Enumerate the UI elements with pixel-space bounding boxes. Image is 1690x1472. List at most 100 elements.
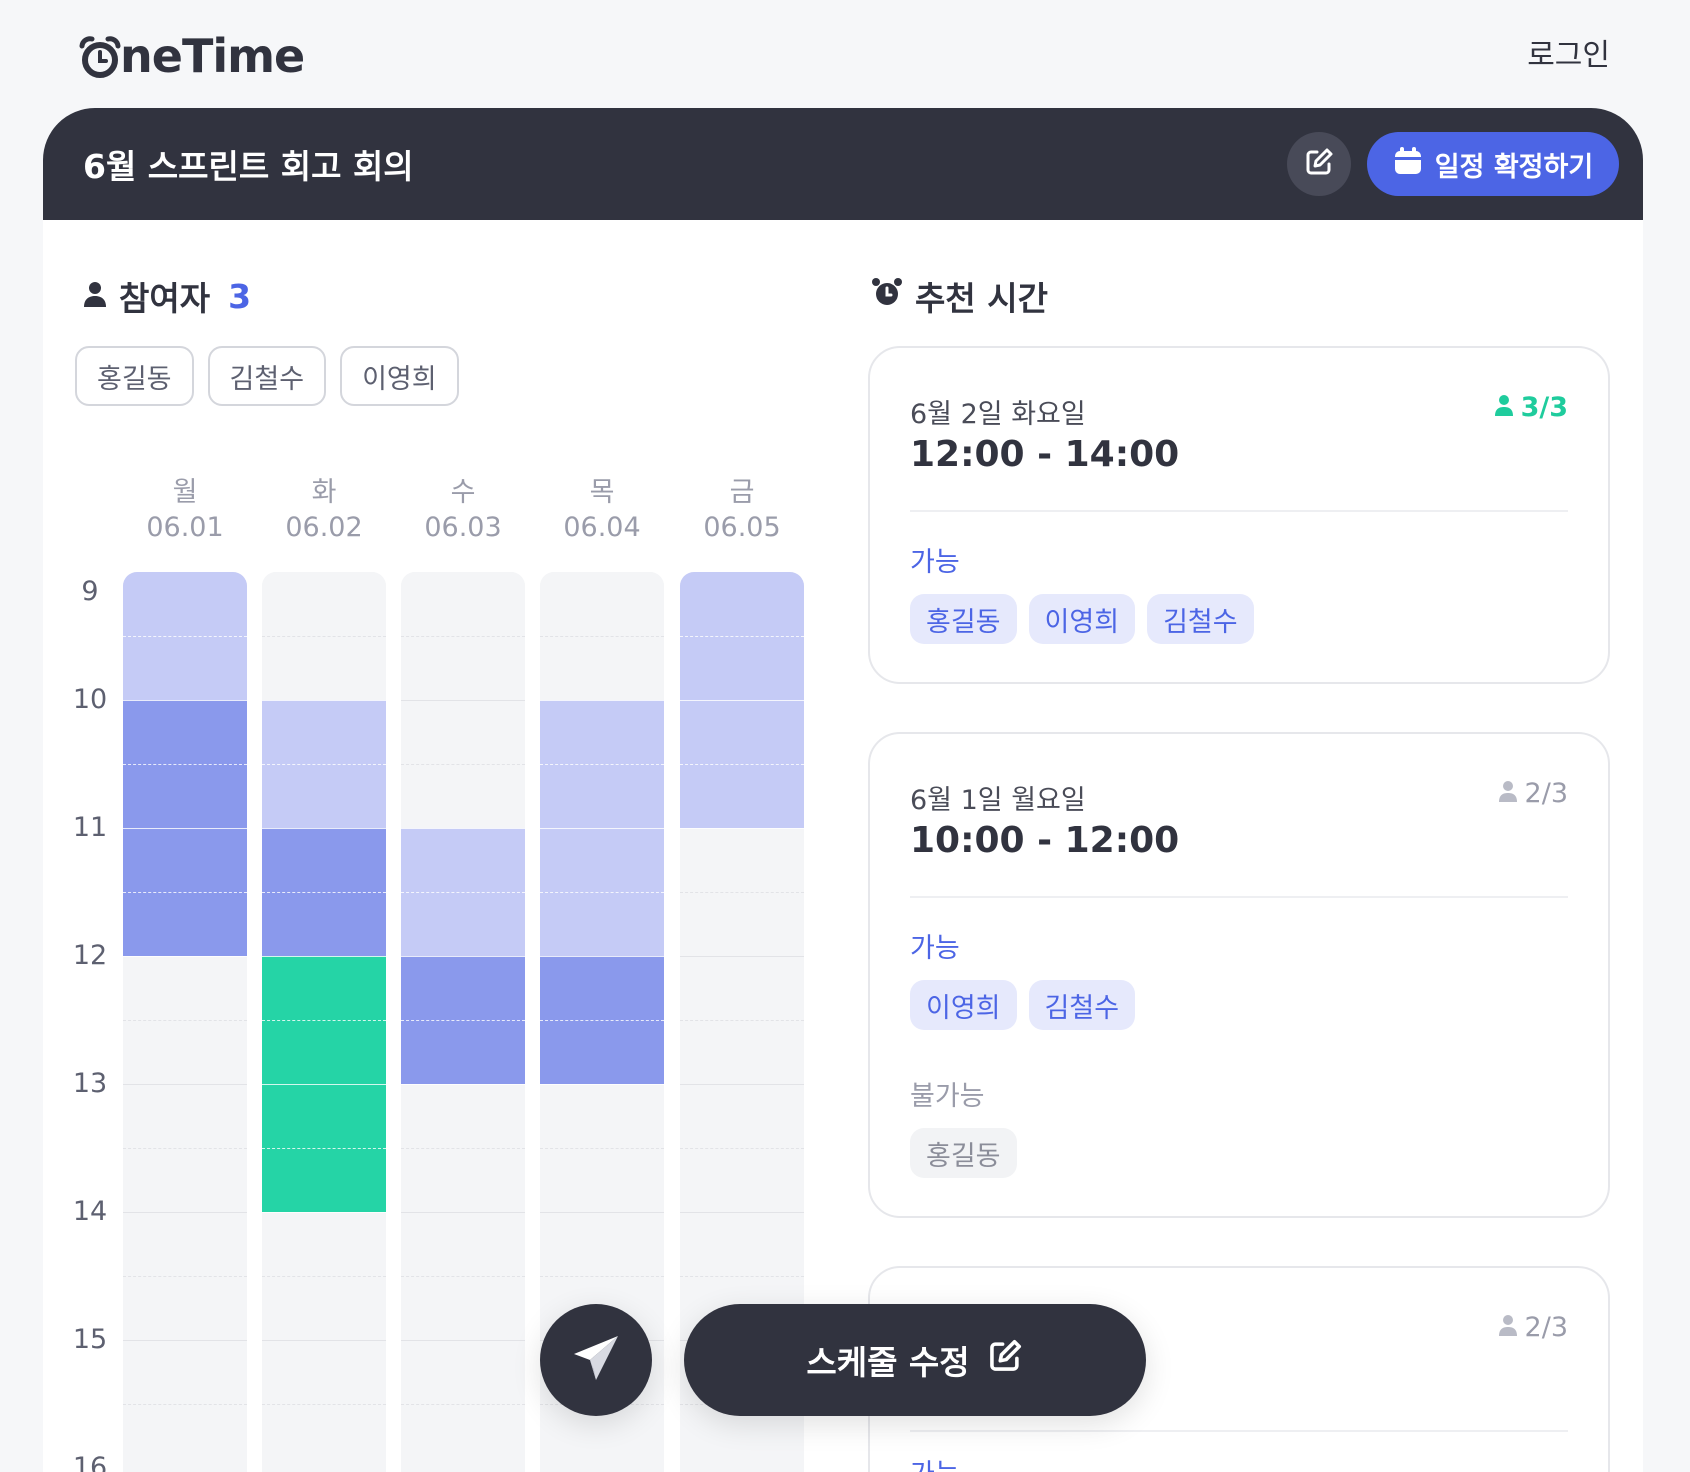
time-slot[interactable]: [401, 1404, 525, 1468]
available-label: 가능: [910, 547, 960, 578]
time-slot[interactable]: [540, 764, 664, 828]
time-slot[interactable]: [401, 1020, 525, 1084]
time-slot[interactable]: [262, 1276, 386, 1340]
time-slot[interactable]: [680, 828, 804, 892]
half-hour-gridline: [540, 1020, 664, 1021]
time-slot[interactable]: [680, 1148, 804, 1212]
participant-chip[interactable]: 김철수: [207, 346, 327, 406]
time-slot[interactable]: [123, 1276, 247, 1340]
half-hour-gridline: [123, 1276, 247, 1277]
time-slot[interactable]: [123, 700, 247, 764]
time-slot[interactable]: [123, 1404, 247, 1468]
time-slot[interactable]: [123, 892, 247, 956]
time-slot[interactable]: [680, 636, 804, 700]
time-slot[interactable]: [123, 1148, 247, 1212]
time-slot[interactable]: [401, 764, 525, 828]
time-slot[interactable]: [123, 636, 247, 700]
time-slot[interactable]: [680, 700, 804, 764]
time-slot[interactable]: [401, 572, 525, 636]
half-hour-gridline: [262, 636, 386, 637]
time-slot[interactable]: [262, 1148, 386, 1212]
time-slot[interactable]: [540, 700, 664, 764]
day-name: 목: [589, 477, 615, 508]
day-header: 수 06.03: [401, 470, 525, 543]
time-slot[interactable]: [123, 956, 247, 1020]
participant-chip[interactable]: 이영희: [340, 346, 459, 406]
time-slot[interactable]: [680, 764, 804, 828]
time-slot[interactable]: [262, 1084, 386, 1148]
time-slot[interactable]: [401, 892, 525, 956]
card-count-value: 2/3: [1524, 778, 1568, 809]
time-slot[interactable]: [540, 892, 664, 956]
day-column[interactable]: [401, 572, 525, 1472]
half-hour-gridline: [401, 1148, 525, 1149]
edit-schedule-button[interactable]: 스케줄 수정: [684, 1304, 1146, 1416]
time-slot[interactable]: [401, 1276, 525, 1340]
time-slot[interactable]: [680, 1084, 804, 1148]
time-slot[interactable]: [540, 828, 664, 892]
day-column[interactable]: [123, 572, 247, 1472]
share-button[interactable]: [540, 1304, 652, 1416]
time-slot[interactable]: [401, 636, 525, 700]
time-slot[interactable]: [680, 1212, 804, 1276]
time-slot[interactable]: [262, 764, 386, 828]
recommend-card[interactable]: 6월 2일 화요일 12:00 - 14:00 3/3 가능 홍길동 이영희 김…: [868, 346, 1610, 684]
time-slot[interactable]: [401, 1340, 525, 1404]
time-slot[interactable]: [680, 956, 804, 1020]
time-slot[interactable]: [401, 1084, 525, 1148]
day-date: 06.04: [563, 512, 641, 543]
time-slot[interactable]: [540, 1212, 664, 1276]
hour-label: 12: [72, 940, 108, 971]
time-slot[interactable]: [262, 828, 386, 892]
time-slot[interactable]: [123, 1340, 247, 1404]
day-column[interactable]: [262, 572, 386, 1472]
time-slot[interactable]: [401, 828, 525, 892]
confirm-schedule-button[interactable]: 일정 확정하기: [1367, 132, 1619, 196]
time-slot[interactable]: [262, 700, 386, 764]
time-slot[interactable]: [540, 636, 664, 700]
participant-chip[interactable]: 홍길동: [75, 346, 194, 406]
time-slot[interactable]: [262, 1212, 386, 1276]
paper-plane-icon: [570, 1332, 622, 1388]
time-slot[interactable]: [401, 1148, 525, 1212]
available-label: 가능: [910, 1452, 960, 1472]
day-date: 06.05: [703, 512, 781, 543]
time-slot[interactable]: [123, 1212, 247, 1276]
time-slot[interactable]: [540, 1084, 664, 1148]
recommend-card[interactable]: 6월 1일 월요일 10:00 - 12:00 2/3 가능 이영희 김철수 불…: [868, 732, 1610, 1218]
time-slot[interactable]: [123, 1020, 247, 1084]
time-slot[interactable]: [123, 764, 247, 828]
time-slot[interactable]: [540, 1148, 664, 1212]
half-hour-gridline: [540, 636, 664, 637]
time-slot[interactable]: [401, 700, 525, 764]
time-slot[interactable]: [680, 892, 804, 956]
half-hour-gridline: [262, 892, 386, 893]
time-slot[interactable]: [262, 636, 386, 700]
time-slot[interactable]: [540, 956, 664, 1020]
time-slot[interactable]: [262, 892, 386, 956]
time-slot[interactable]: [262, 956, 386, 1020]
time-slot[interactable]: [680, 572, 804, 636]
time-slot[interactable]: [123, 1084, 247, 1148]
time-slot[interactable]: [401, 1212, 525, 1276]
time-slot[interactable]: [123, 572, 247, 636]
time-slot[interactable]: [123, 828, 247, 892]
logo[interactable]: neTime: [78, 28, 305, 84]
edit-icon: [1303, 146, 1335, 182]
half-hour-gridline: [401, 1404, 525, 1405]
time-slot[interactable]: [262, 1020, 386, 1084]
edit-event-button[interactable]: [1287, 132, 1351, 196]
hour-label: 14: [72, 1196, 108, 1227]
half-hour-gridline: [123, 636, 247, 637]
login-link[interactable]: 로그인: [1527, 30, 1610, 74]
time-slot[interactable]: [401, 956, 525, 1020]
time-slot[interactable]: [540, 1020, 664, 1084]
time-slot[interactable]: [262, 1340, 386, 1404]
time-slot[interactable]: [262, 572, 386, 636]
card-divider: [910, 1430, 1568, 1432]
hour-gridline: [401, 1340, 525, 1341]
time-slot[interactable]: [540, 572, 664, 636]
time-slot[interactable]: [262, 1404, 386, 1468]
recommend-title: 추천 시간: [915, 279, 1048, 318]
time-slot[interactable]: [680, 1020, 804, 1084]
